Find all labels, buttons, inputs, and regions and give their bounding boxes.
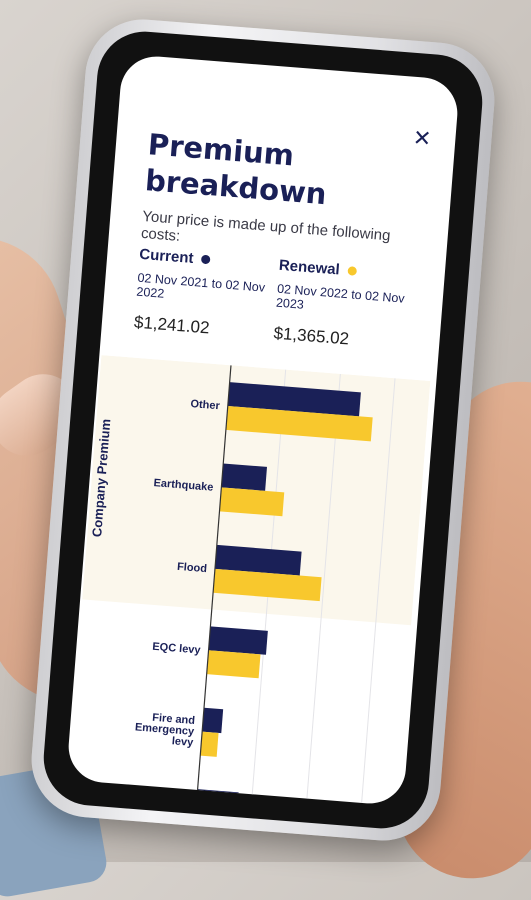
renewal-label: Renewal bbox=[278, 256, 341, 279]
premium-modal: ✕ Premium breakdown Your price is made u… bbox=[82, 85, 448, 807]
category-label-0: Other bbox=[190, 398, 221, 412]
category-label-2: Flood bbox=[177, 561, 208, 575]
bar-current-5 bbox=[195, 789, 239, 807]
category-label-3: EQC levy bbox=[152, 641, 202, 657]
category-label-5: Tax (GST) bbox=[136, 803, 188, 806]
bar-renewal-1 bbox=[219, 487, 285, 517]
renewal-amount: $1,365.02 bbox=[272, 323, 350, 349]
bar-renewal-4 bbox=[200, 731, 219, 757]
phone-frame: ✕ Premium breakdown Your price is made u… bbox=[27, 15, 499, 845]
renewal-dot-icon bbox=[347, 266, 357, 276]
current-period: 02 Nov 2021 to 02 Nov 2022 bbox=[135, 270, 266, 301]
bar-renewal-3 bbox=[206, 650, 261, 679]
current-summary: Current 02 Nov 2021 to 02 Nov 2022 $1,24… bbox=[133, 246, 279, 344]
close-icon[interactable]: ✕ bbox=[412, 125, 432, 151]
bar-current-1 bbox=[221, 463, 268, 491]
phone-scene: ✕ Premium breakdown Your price is made u… bbox=[0, 0, 531, 862]
current-label: Current bbox=[138, 245, 195, 267]
current-amount: $1,241.02 bbox=[133, 312, 211, 338]
modal-title: Premium breakdown bbox=[143, 127, 328, 212]
bar-current-4 bbox=[202, 707, 224, 734]
renewal-period: 02 Nov 2022 to 02 Nov 2023 bbox=[275, 281, 406, 312]
current-dot-icon bbox=[201, 254, 211, 265]
bar-current-3 bbox=[208, 626, 268, 655]
premium-bar-chart: Company PremiumOtherEarthquakeFloodEQC l… bbox=[82, 355, 431, 807]
phone-screen: ✕ Premium breakdown Your price is made u… bbox=[65, 53, 461, 807]
renewal-summary: Renewal 02 Nov 2022 to 02 Nov 2023 $1,36… bbox=[273, 257, 419, 355]
category-label-4-2: levy bbox=[171, 735, 194, 749]
phone-bezel: ✕ Premium breakdown Your price is made u… bbox=[40, 28, 486, 832]
